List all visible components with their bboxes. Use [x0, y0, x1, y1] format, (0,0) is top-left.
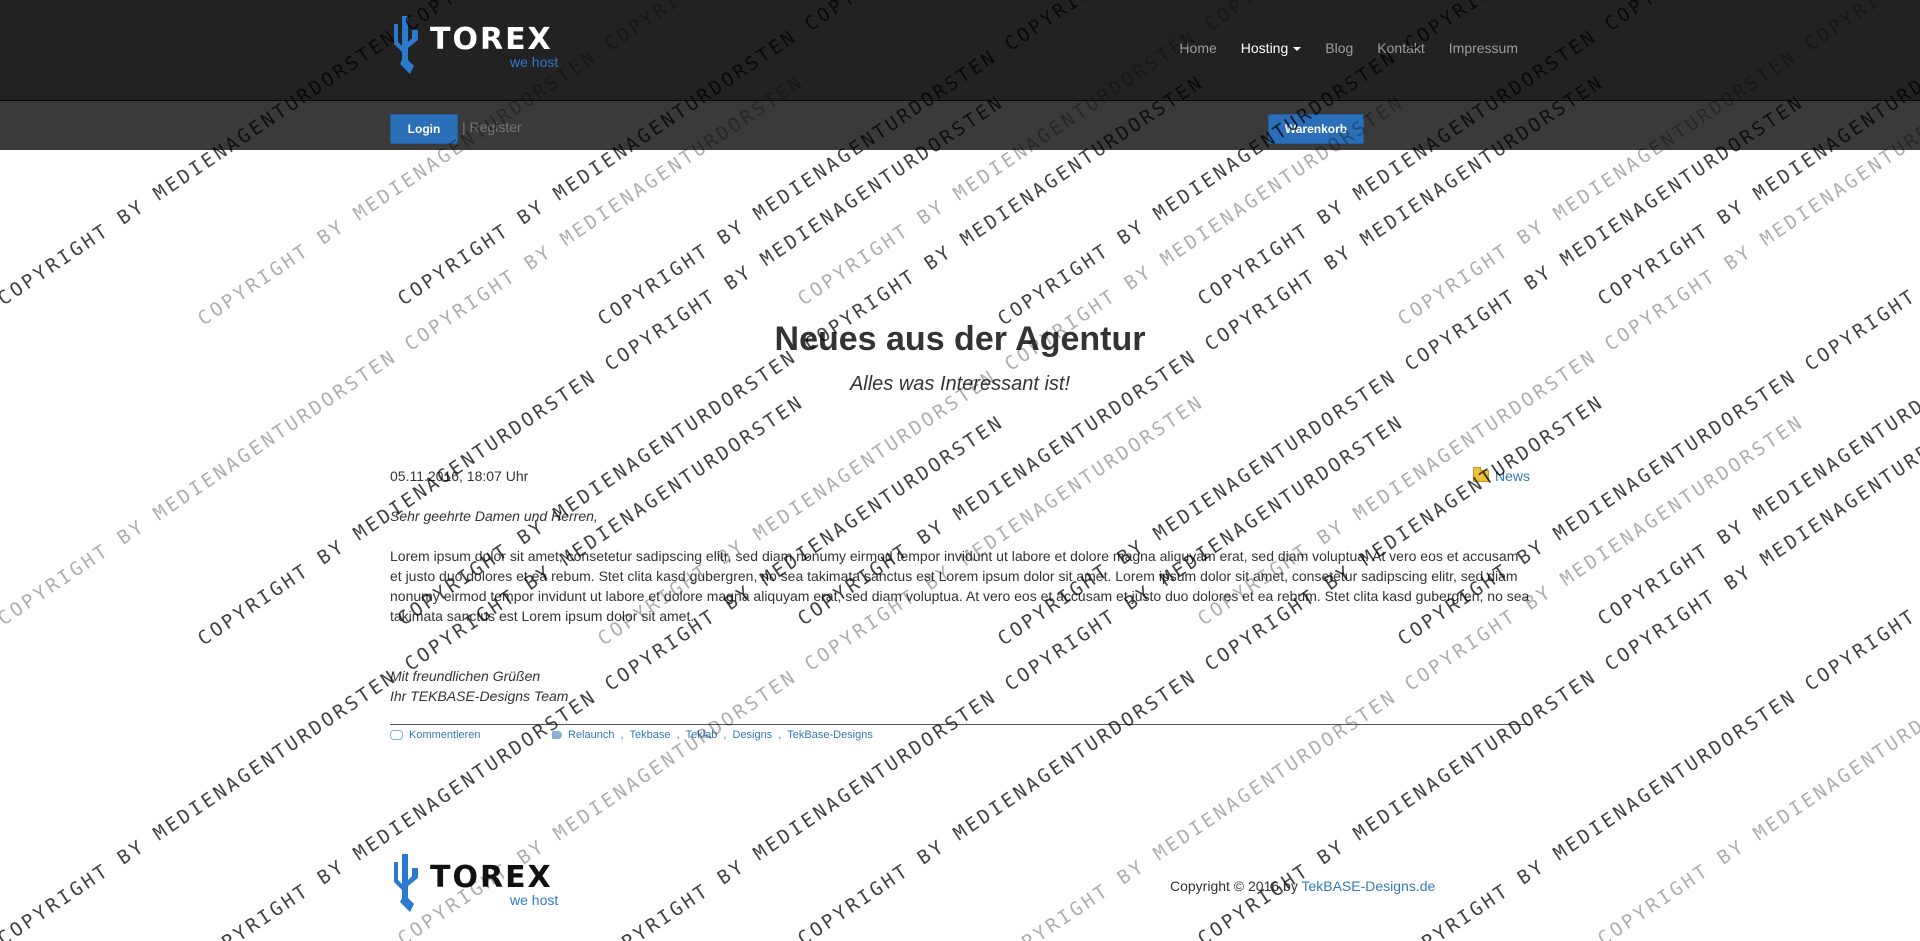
nav-item-blog[interactable]: Blog: [1313, 40, 1365, 56]
folder-icon: [1472, 467, 1489, 482]
post-text: Lorem ipsum dolor sit amet, consetetur s…: [390, 548, 1530, 624]
login-button[interactable]: Login: [390, 114, 458, 144]
cactus-logo-icon: [394, 854, 418, 912]
footer-logo[interactable]: TOREX we host: [388, 852, 568, 914]
watermark-text: COPYRIGHT BY MEDIENAGENTURDORSTEN COPYRI…: [1593, 391, 1920, 941]
footer-brand-tagline: we host: [510, 892, 559, 908]
post-divider: [390, 724, 1530, 725]
post-body: Sehr geehrte Damen und Herren, Lorem ips…: [390, 506, 1530, 706]
top-navbar: TOREX we host Home Hosting Blog Kontakt …: [0, 0, 1920, 101]
comment-icon: [390, 730, 403, 740]
footer-brand-name: TOREX: [430, 860, 553, 895]
post-tags: Relaunch, Tekbase, Teklab, Designs, TekB…: [552, 729, 873, 741]
tag-link[interactable]: Tekbase: [630, 729, 671, 741]
tag-link[interactable]: Designs: [732, 729, 772, 741]
comments-label: Kommentieren: [409, 729, 481, 741]
brand-logo[interactable]: TOREX we host: [388, 14, 568, 76]
nav-item-hosting[interactable]: Hosting: [1229, 40, 1313, 56]
cart-button[interactable]: Warenkorb: [1268, 114, 1364, 144]
page-title: Neues aus der Agentur: [774, 320, 1146, 358]
nav-item-hosting-label: Hosting: [1240, 40, 1289, 56]
nav-item-impressum[interactable]: Impressum: [1437, 40, 1530, 56]
nav-item-kontakt[interactable]: Kontakt: [1365, 40, 1436, 56]
footer-copyright: Copyright © 2016 by TekBASE-Designs.de: [1170, 878, 1435, 894]
register-link[interactable]: | Register: [462, 119, 522, 135]
comments-link[interactable]: Kommentieren: [390, 729, 481, 741]
cactus-logo-icon: [394, 16, 418, 74]
main-nav: Home Hosting Blog Kontakt Impressum: [1167, 40, 1530, 56]
tag-link[interactable]: Relaunch: [568, 729, 614, 741]
tag-icon: [552, 731, 562, 739]
nav-item-home[interactable]: Home: [1167, 40, 1228, 56]
post-date: 05.11.2016, 18:07 Uhr: [390, 468, 529, 484]
brand-name: TOREX: [430, 22, 553, 57]
chevron-down-icon: [1293, 47, 1302, 52]
post-salutation: Sehr geehrte Damen und Herren,: [390, 508, 598, 524]
brand-tagline: we host: [510, 54, 559, 70]
copyright-link[interactable]: TekBASE-Designs.de: [1301, 878, 1435, 894]
post-closing: Mit freundlichen Grüßen Ihr TEKBASE-Desi…: [390, 666, 1530, 706]
tag-link[interactable]: Teklab: [686, 729, 718, 741]
post-category[interactable]: News: [1472, 467, 1530, 484]
account-bar: [0, 101, 1920, 150]
page-subtitle: Alles was Interessant ist!: [849, 373, 1071, 395]
post-category-label: News: [1494, 468, 1530, 484]
tag-link[interactable]: TekBase-Designs: [787, 729, 873, 741]
copyright-text: Copyright © 2016 by: [1170, 878, 1302, 894]
post-closing-line1: Mit freundlichen Grüßen: [390, 668, 541, 684]
post-closing-line2: Ihr TEKBASE-Designs Team: [390, 688, 569, 704]
